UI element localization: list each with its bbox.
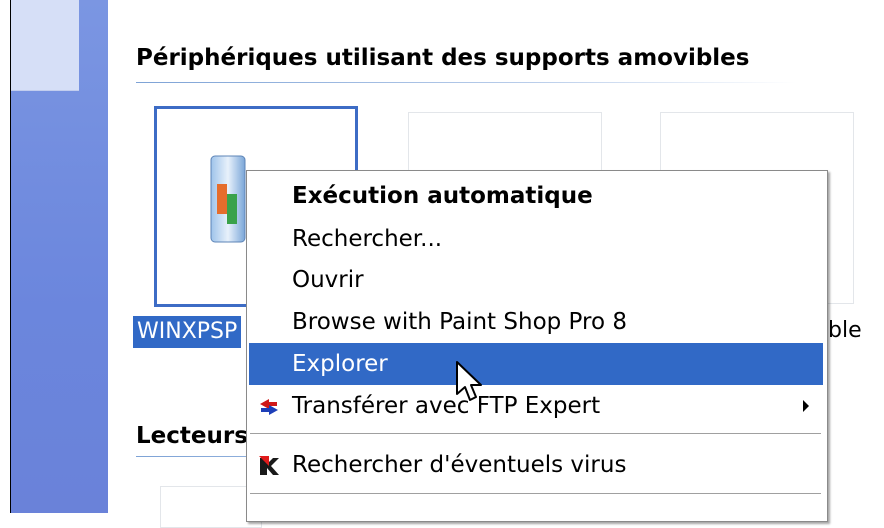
- menu-item-browse-psp[interactable]: Browse with Paint Shop Pro 8: [249, 301, 823, 343]
- menu-separator: [250, 433, 821, 434]
- device-label-selected[interactable]: WINXPSP: [133, 316, 242, 348]
- menu-item-search[interactable]: Rechercher...: [249, 218, 823, 260]
- menu-item-explore[interactable]: Explorer: [249, 343, 823, 385]
- mouse-pointer-icon: [456, 361, 482, 401]
- menu-item-open[interactable]: Ouvrir: [249, 259, 823, 301]
- context-menu: Exécution automatique Rechercher... Ouvr…: [246, 170, 828, 522]
- submenu-arrow-icon: [803, 400, 809, 412]
- menu-item-ftp-expert[interactable]: Transférer avec FTP Expert: [249, 385, 823, 427]
- section-title-removable: Périphériques utilisant des supports amo…: [136, 45, 750, 71]
- menu-item-virus-scan[interactable]: Rechercher d'éventuels virus: [249, 444, 823, 486]
- ftp-expert-icon: [260, 399, 278, 415]
- section-title-drives: Lecteurs: [136, 423, 248, 449]
- menu-separator: [250, 493, 821, 494]
- removable-drive-icon: [210, 155, 246, 243]
- window-edge: [0, 0, 10, 513]
- menu-item-autorun[interactable]: Exécution automatique: [249, 175, 823, 217]
- antivirus-icon: [259, 456, 279, 475]
- section-rule: [136, 82, 796, 83]
- device-label-partial[interactable]: ble: [828, 318, 862, 343]
- task-pane-box: [11, 0, 79, 91]
